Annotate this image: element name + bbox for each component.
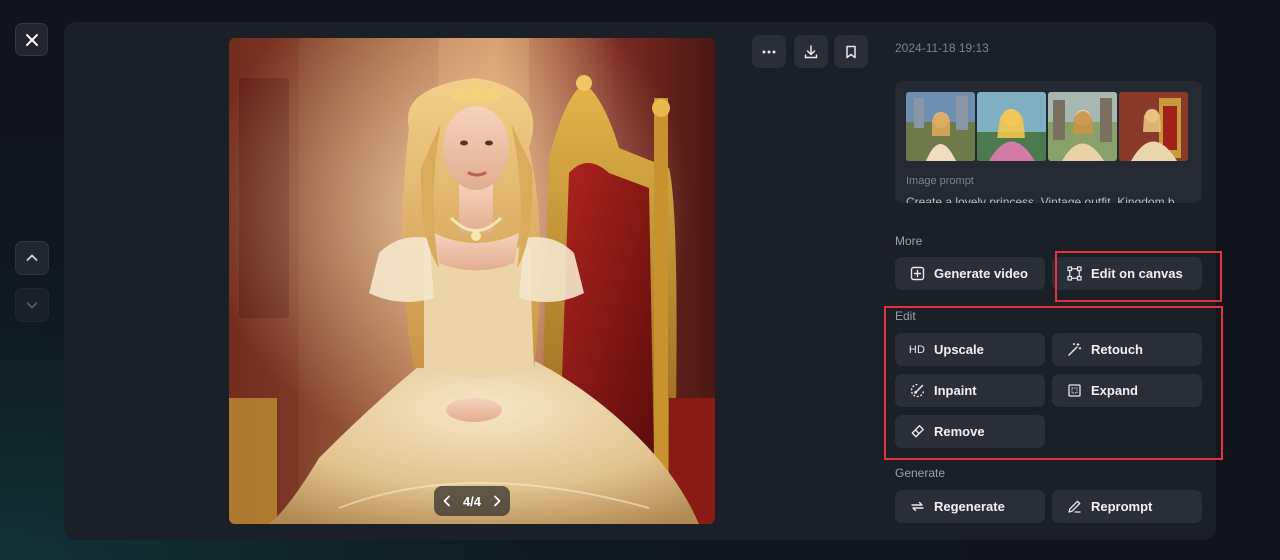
- image-pager: 4/4: [434, 486, 510, 516]
- more-dots-icon: [762, 50, 776, 53]
- bookmark-icon: [846, 45, 856, 58]
- chevron-right-icon: [494, 495, 501, 507]
- thumbnail-2[interactable]: [977, 92, 1046, 161]
- section-label-generate: Generate: [895, 466, 946, 480]
- pager-prev-button[interactable]: [442, 495, 452, 507]
- section-label-more: More: [895, 234, 923, 248]
- next-image-button[interactable]: [15, 288, 49, 322]
- prompt-card: Image prompt Create a lovely princess. V…: [895, 81, 1202, 203]
- highlight-edit-section: [884, 306, 1223, 460]
- prompt-text: Create a lovely princess. Vintage outfit…: [906, 195, 1175, 203]
- bookmark-button[interactable]: [834, 35, 868, 68]
- regenerate-arrows-icon: [910, 501, 924, 512]
- thumbnail-3[interactable]: [1048, 92, 1117, 161]
- download-icon: [804, 44, 818, 58]
- chevron-left-icon: [443, 495, 450, 507]
- generate-video-label: Generate video: [934, 266, 1028, 281]
- highlight-edit-on-canvas: [1055, 251, 1222, 302]
- reprompt-button[interactable]: Reprompt: [1052, 490, 1202, 523]
- prompt-label: Image prompt: [906, 175, 974, 187]
- close-icon: [25, 33, 38, 46]
- timestamp: 2024-11-18 19:13: [895, 41, 989, 55]
- video-plus-icon: [910, 266, 924, 281]
- download-button[interactable]: [794, 35, 828, 68]
- previous-image-button[interactable]: [15, 241, 49, 275]
- more-options-button[interactable]: [752, 35, 786, 68]
- regenerate-button[interactable]: Regenerate: [895, 490, 1045, 523]
- reprompt-label: Reprompt: [1091, 499, 1153, 514]
- thumbnail-1[interactable]: [906, 92, 975, 161]
- main-image: [229, 38, 715, 524]
- pager-next-button[interactable]: [492, 495, 502, 507]
- chevron-down-icon: [26, 302, 38, 309]
- thumbnail-strip: [906, 92, 1188, 161]
- pencil-icon: [1067, 500, 1081, 513]
- pager-label: 4/4: [462, 493, 482, 509]
- generate-video-button[interactable]: Generate video: [895, 257, 1045, 290]
- thumbnail-4[interactable]: [1119, 92, 1188, 161]
- close-button[interactable]: [15, 23, 48, 56]
- chevron-up-icon: [26, 254, 38, 261]
- regenerate-label: Regenerate: [934, 499, 1005, 514]
